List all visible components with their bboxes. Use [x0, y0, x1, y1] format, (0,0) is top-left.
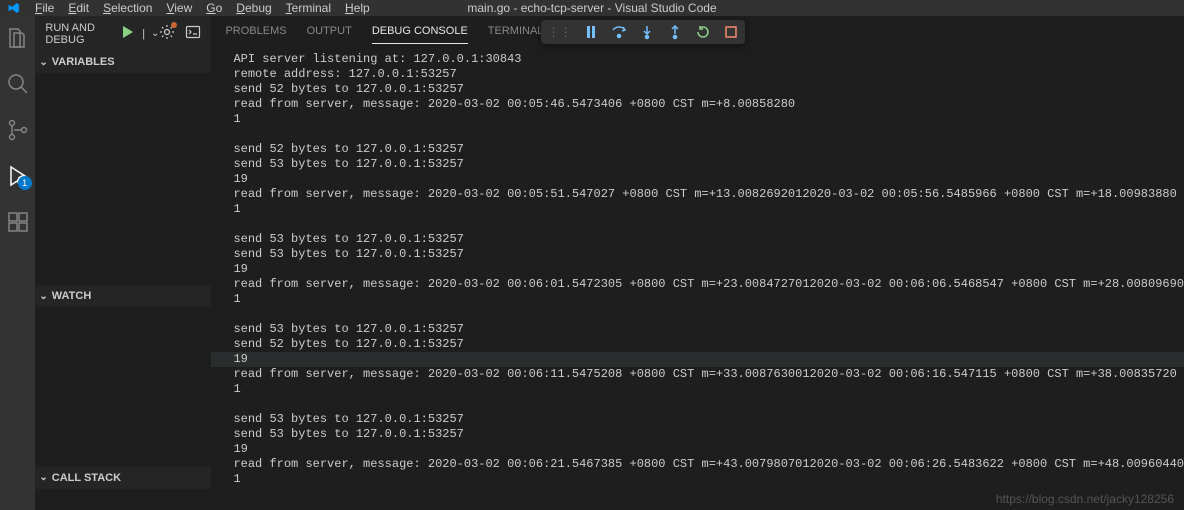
sidebar: RUN AND DEBUG | ⌄ ⌄ Variables — [35, 16, 211, 510]
console-line: send 52 bytes to 127.0.0.1:53257 — [233, 82, 1184, 97]
activity-bar: 1 — [0, 16, 35, 510]
menu-terminal[interactable]: Terminal — [279, 1, 338, 15]
menu-go[interactable]: Go — [199, 1, 229, 15]
console-line — [233, 397, 1184, 412]
chevron-down-icon: ⌄ — [39, 291, 47, 302]
console-line — [233, 127, 1184, 142]
console-line: send 53 bytes to 127.0.0.1:53257 — [233, 247, 1184, 262]
section-variables-body — [35, 73, 211, 285]
section-callstack-body — [35, 489, 211, 510]
console-line: API server listening at: 127.0.0.1:30843 — [233, 52, 1184, 67]
menu-file[interactable]: File — [28, 1, 61, 15]
activity-explorer[interactable] — [6, 26, 30, 50]
console-line: send 53 bytes to 127.0.0.1:53257 — [233, 412, 1184, 427]
drag-handle-icon[interactable]: ⋮⋮ — [547, 25, 571, 39]
debug-badge: 1 — [18, 176, 32, 190]
tab-problems[interactable]: Problems — [225, 19, 286, 43]
step-over-button[interactable] — [611, 24, 627, 40]
console-line: read from server, message: 2020-03-02 00… — [233, 457, 1184, 472]
step-into-button[interactable] — [639, 24, 655, 40]
console-line: read from server, message: 2020-03-02 00… — [233, 187, 1184, 202]
console-line: send 53 bytes to 127.0.0.1:53257 — [233, 232, 1184, 247]
menu-debug[interactable]: Debug — [229, 1, 278, 15]
console-line: send 53 bytes to 127.0.0.1:53257 — [233, 427, 1184, 442]
console-line: send 52 bytes to 127.0.0.1:53257 — [233, 337, 1184, 352]
section-variables-header[interactable]: ⌄ Variables — [35, 51, 211, 73]
config-separator: | — [142, 28, 145, 40]
console-line: send 53 bytes to 127.0.0.1:53257 — [233, 322, 1184, 337]
vscode-icon — [8, 2, 20, 14]
pause-button[interactable] — [583, 24, 599, 40]
section-variables-label: Variables — [52, 56, 115, 68]
activity-search[interactable] — [6, 72, 30, 96]
console-line: 19 — [233, 262, 1184, 277]
tab-debug-console[interactable]: Debug Console — [372, 19, 468, 44]
config-dropdown[interactable]: ⌄ — [151, 28, 159, 39]
debug-toolbar: ⋮⋮ — [541, 20, 745, 44]
console-line: 19 — [211, 352, 1184, 367]
start-debug-button[interactable] — [120, 24, 136, 43]
window-title: main.go - echo-tcp-server - Visual Studi… — [467, 1, 716, 15]
console-line: send 53 bytes to 127.0.0.1:53257 — [233, 157, 1184, 172]
chevron-down-icon: ⌄ — [39, 472, 47, 483]
sidebar-title: RUN AND DEBUG — [45, 22, 114, 46]
debug-console-toggle[interactable] — [185, 24, 201, 43]
chevron-down-icon: ⌄ — [39, 57, 47, 68]
console-line: read from server, message: 2020-03-02 00… — [233, 277, 1184, 292]
section-watch-body — [35, 307, 211, 466]
activity-run-debug[interactable]: 1 — [6, 164, 30, 188]
restart-button[interactable] — [695, 24, 711, 40]
editor-area: Problems Output Debug Console Terminal ⋮… — [211, 16, 1184, 510]
menu-selection[interactable]: Selection — [96, 1, 159, 15]
menu-bar: File Edit Selection View Go Debug Termin… — [28, 1, 377, 15]
menu-edit[interactable]: Edit — [61, 1, 96, 15]
console-line — [233, 307, 1184, 322]
stop-button[interactable] — [723, 24, 739, 40]
debug-console-output[interactable]: API server listening at: 127.0.0.1:30843… — [211, 46, 1184, 510]
console-line — [233, 217, 1184, 232]
title-bar: File Edit Selection View Go Debug Termin… — [0, 0, 1184, 16]
console-line: read from server, message: 2020-03-02 00… — [233, 97, 1184, 112]
section-watch-header[interactable]: ⌄ Watch — [35, 285, 211, 307]
activity-extensions[interactable] — [6, 210, 30, 234]
console-line: send 52 bytes to 127.0.0.1:53257 — [233, 142, 1184, 157]
console-line: read from server, message: 2020-03-02 00… — [233, 367, 1184, 382]
console-line: 19 — [233, 172, 1184, 187]
sidebar-header: RUN AND DEBUG | ⌄ — [35, 16, 211, 51]
console-line: 1 — [233, 202, 1184, 217]
tab-terminal[interactable]: Terminal — [488, 19, 544, 43]
settings-badge-dot — [171, 22, 177, 28]
debug-settings-button[interactable] — [159, 24, 175, 43]
tab-output[interactable]: Output — [307, 19, 352, 43]
section-watch-label: Watch — [52, 290, 92, 302]
menu-view[interactable]: View — [159, 1, 199, 15]
console-line: remote address: 127.0.0.1:53257 — [233, 67, 1184, 82]
console-line: 1 — [233, 292, 1184, 307]
watermark: https://blog.csdn.net/jacky128256 — [996, 492, 1174, 506]
step-out-button[interactable] — [667, 24, 683, 40]
menu-help[interactable]: Help — [338, 1, 377, 15]
console-line: 1 — [233, 112, 1184, 127]
section-callstack-label: Call Stack — [52, 472, 121, 484]
activity-source-control[interactable] — [6, 118, 30, 142]
section-callstack-header[interactable]: ⌄ Call Stack — [35, 467, 211, 489]
console-line: 19 — [233, 442, 1184, 457]
console-line: 1 — [233, 382, 1184, 397]
console-line: 1 — [233, 472, 1184, 487]
